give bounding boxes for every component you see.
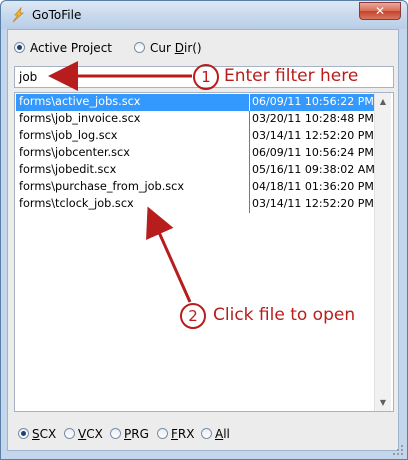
file-name: forms\job_invoice.scx [19,112,141,125]
scope-option-label: Active Project [30,40,112,55]
file-row[interactable]: forms\jobedit.scx 05/16/11 09:38:02 AM [16,162,376,179]
step-2-caption: Click file to open [213,305,356,325]
radio-unchecked-icon[interactable] [64,428,75,439]
column-separator [249,94,250,111]
file-date: 06/09/11 10:56:22 PM [252,95,374,108]
ext-option-label: VCX [78,426,103,441]
file-date: 04/18/11 01:36:20 PM [252,180,374,193]
ext-option-prg[interactable]: PRG [110,426,149,441]
title-bar[interactable]: GoToFile ✕ [1,1,407,29]
ext-option-vcx[interactable]: VCX [64,426,103,441]
file-row[interactable]: forms\job_log.scx 03/14/11 12:52:20 PM [16,128,376,145]
ext-option-label: FRX [171,426,195,441]
column-separator [249,179,250,196]
column-separator [249,111,250,128]
file-row[interactable]: forms\job_invoice.scx 03/20/11 10:28:48 … [16,111,376,128]
file-date: 03/20/11 10:28:48 PM [252,112,374,125]
radio-unchecked-icon[interactable] [157,428,168,439]
lightning-icon [12,6,25,23]
step-2-badge: 2 [180,303,206,329]
ext-option-all[interactable]: All [201,426,230,441]
column-separator [249,196,250,213]
scope-option-cur-dir[interactable]: Cur Dir() [134,40,202,55]
step-1-badge: 1 [193,64,219,90]
file-name: forms\jobcenter.scx [19,146,130,159]
column-separator [249,145,250,162]
radio-unchecked-icon[interactable] [134,42,145,53]
resize-grip-icon[interactable] [392,444,404,456]
radio-checked-icon[interactable] [14,42,25,53]
radio-unchecked-icon[interactable] [110,428,121,439]
file-name: forms\tclock_job.scx [19,197,134,210]
file-row[interactable]: forms\jobcenter.scx 06/09/11 10:56:24 PM [16,145,376,162]
column-separator [249,128,250,145]
file-name: forms\job_log.scx [19,129,118,142]
file-rows: forms\active_jobs.scx 06/09/11 10:56:22 … [16,94,376,213]
ext-option-label: SCX [32,426,57,441]
scope-option-label: Cur Dir() [150,40,202,55]
file-date: 03/14/11 12:52:20 PM [252,197,374,210]
chevron-down-icon[interactable]: ▼ [375,394,391,411]
step-1-caption: Enter filter here [224,66,359,86]
scope-option-active-project[interactable]: Active Project [14,40,112,55]
ext-option-label: PRG [124,426,149,441]
close-button[interactable]: ✕ [359,2,401,20]
chevron-up-icon[interactable]: ▲ [375,93,391,110]
file-date: 06/09/11 10:56:24 PM [252,146,374,159]
file-row[interactable]: forms\active_jobs.scx 06/09/11 10:56:22 … [16,94,376,111]
file-name: forms\jobedit.scx [19,163,117,176]
column-separator [249,162,250,179]
radio-unchecked-icon[interactable] [201,428,212,439]
ext-option-frx[interactable]: FRX [157,426,194,441]
file-row[interactable]: forms\purchase_from_job.scx 04/18/11 01:… [16,179,376,196]
filter-input-value[interactable]: job [19,70,37,84]
window-title: GoToFile [32,8,82,22]
ext-option-label: All [215,426,230,441]
file-date: 05/16/11 09:38:02 AM [252,163,375,176]
file-name: forms\active_jobs.scx [19,95,141,108]
radio-checked-icon[interactable] [18,428,29,439]
ext-option-scx[interactable]: SCX [18,426,56,441]
file-date: 03/14/11 12:52:20 PM [252,129,374,142]
file-name: forms\purchase_from_job.scx [19,180,185,193]
vertical-scrollbar[interactable]: ▲ ▼ [374,93,391,411]
file-row[interactable]: forms\tclock_job.scx 03/14/11 12:52:20 P… [16,196,376,213]
file-list[interactable]: forms\active_jobs.scx 06/09/11 10:56:22 … [14,92,394,412]
